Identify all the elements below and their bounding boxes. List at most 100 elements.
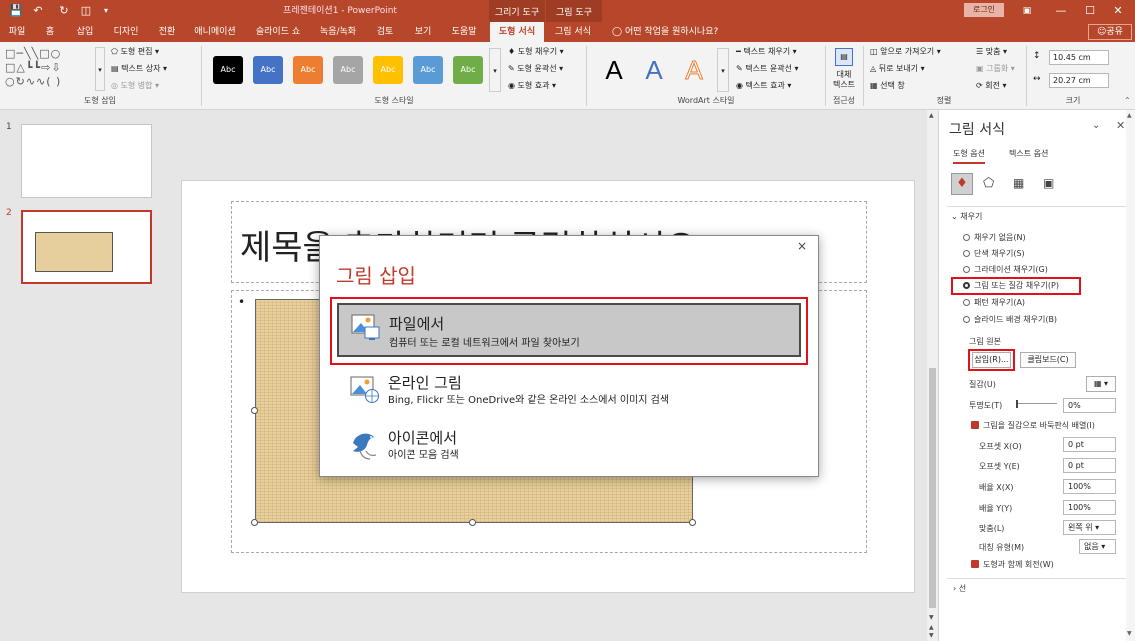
- tab-shape-options[interactable]: 도형 옵션: [953, 148, 985, 164]
- tab-record[interactable]: 녹음/녹화: [314, 22, 362, 42]
- scroll-up-icon[interactable]: ▲: [929, 112, 934, 119]
- shape-effects-button[interactable]: ◉ 도형 효과 ▾: [508, 79, 556, 93]
- text-effects-button[interactable]: ◉ 텍스트 효과 ▾: [736, 79, 791, 93]
- tab-home[interactable]: 홈: [38, 22, 62, 42]
- edit-shape-button[interactable]: ⬠ 도형 편집 ▾: [111, 45, 159, 59]
- resize-handle-bottom-right[interactable]: [689, 519, 696, 526]
- pane-options-chevron-icon[interactable]: ⌄: [1092, 120, 1100, 131]
- fill-option-pattern[interactable]: 패턴 채우기(A): [963, 296, 1025, 310]
- collapse-ribbon-icon[interactable]: ⌃: [1124, 96, 1131, 105]
- share-button[interactable]: ☺공유: [1088, 24, 1132, 40]
- shape-outline-button[interactable]: ✎ 도형 윤곽선 ▾: [508, 62, 563, 76]
- align-button[interactable]: ☰ 맞춤 ▾: [976, 45, 1007, 59]
- fill-line-icon[interactable]: ♦: [951, 173, 973, 195]
- shape-fill-button[interactable]: ♦ 도형 채우기 ▾: [508, 45, 564, 59]
- selection-pane-button[interactable]: ▦ 선택 창: [870, 79, 905, 93]
- tab-picture-format[interactable]: 그림 서식: [548, 22, 598, 42]
- scale-x-input[interactable]: 100%: [1063, 479, 1116, 494]
- shape-styles-more-button[interactable]: ▾: [489, 48, 501, 92]
- text-fill-button[interactable]: ━ 텍스트 채우기 ▾: [736, 45, 797, 59]
- canvas-scrollbar[interactable]: ▲ ▼ ▲ ▼: [927, 110, 938, 641]
- scale-y-input[interactable]: 100%: [1063, 500, 1116, 515]
- save-icon[interactable]: 💾: [8, 3, 24, 19]
- rotate-button[interactable]: ⟳ 회전 ▾: [976, 79, 1007, 93]
- tile-checkbox[interactable]: 그림을 질감으로 바둑판식 배열(I): [971, 419, 1095, 433]
- slide-thumbnail-1[interactable]: [21, 124, 152, 198]
- merge-shapes-button[interactable]: ◎ 도형 병합 ▾: [111, 79, 159, 93]
- fill-option-slide-background[interactable]: 슬라이드 배경 채우기(B): [963, 313, 1057, 327]
- tab-review[interactable]: 검토: [370, 22, 400, 42]
- dialog-close-icon[interactable]: ×: [797, 239, 807, 253]
- ribbon-display-options-icon[interactable]: ▣: [1010, 0, 1044, 22]
- text-outline-button[interactable]: ✎ 텍스트 윤곽선 ▾: [736, 62, 799, 76]
- clipboard-button[interactable]: 클립보드(C): [1020, 352, 1076, 368]
- picture-icon[interactable]: ▣: [1043, 176, 1054, 190]
- shape-height-input[interactable]: 10.45 cm: [1049, 50, 1109, 65]
- transparency-slider[interactable]: [1017, 403, 1057, 404]
- shapes-gallery[interactable]: □─╲╲□○ □△┗┗⇨⇩ ○↻∿∿( ): [5, 47, 91, 91]
- mirror-type-dropdown[interactable]: 없음 ▾: [1079, 539, 1116, 554]
- next-slide-icon[interactable]: ▼: [929, 632, 934, 639]
- texture-dropdown[interactable]: ▦ ▾: [1086, 376, 1116, 392]
- online-pictures-option[interactable]: 온라인 그림 Bing, Flickr 또는 OneDrive와 같은 온라인 …: [338, 367, 802, 421]
- tab-shape-format[interactable]: 도형 서식: [490, 22, 544, 42]
- offset-x-input[interactable]: 0 pt: [1063, 437, 1116, 452]
- wordart-style-blue[interactable]: A: [636, 52, 672, 88]
- present-from-start-icon[interactable]: ◫: [78, 3, 94, 19]
- from-icons-option[interactable]: 아이콘에서 아이콘 모음 검색: [338, 424, 802, 478]
- shape-width-input[interactable]: 20.27 cm: [1049, 73, 1109, 88]
- shape-style-light-blue[interactable]: Abc: [413, 56, 443, 84]
- tab-animations[interactable]: 애니메이션: [188, 22, 242, 42]
- tab-slide-show[interactable]: 슬라이드 쇼: [250, 22, 306, 42]
- scroll-up-icon[interactable]: ▲: [1127, 112, 1132, 119]
- text-box-button[interactable]: ▤ 텍스트 상자 ▾: [111, 62, 167, 76]
- size-properties-icon[interactable]: ▦: [1013, 176, 1024, 190]
- effects-pentagon-icon[interactable]: ⬠: [983, 176, 994, 191]
- rotate-with-shape-checkbox[interactable]: 도형과 함께 회전(W): [971, 558, 1054, 572]
- tab-design[interactable]: 디자인: [108, 22, 144, 42]
- scroll-down-icon[interactable]: ▼: [929, 614, 934, 621]
- fill-option-gradient[interactable]: 그라데이션 채우기(G): [963, 263, 1048, 277]
- scroll-down-icon[interactable]: ▼: [1127, 630, 1132, 637]
- shape-style-green[interactable]: Abc: [453, 56, 483, 84]
- wordart-style-orange-outline[interactable]: A: [676, 52, 712, 88]
- shape-style-black[interactable]: Abc: [213, 56, 243, 84]
- pane-close-icon[interactable]: ✕: [1116, 119, 1125, 132]
- tab-text-options[interactable]: 텍스트 옵션: [1009, 148, 1048, 159]
- previous-slide-icon[interactable]: ▲: [929, 624, 934, 631]
- shape-style-gold[interactable]: Abc: [373, 56, 403, 84]
- slide-thumbnail-2[interactable]: [21, 210, 152, 284]
- scrollbar-thumb[interactable]: [929, 368, 936, 608]
- resize-handle-left[interactable]: [251, 407, 258, 414]
- line-section-header[interactable]: › 선: [953, 582, 966, 596]
- tab-view[interactable]: 보기: [408, 22, 438, 42]
- wordart-more-button[interactable]: ▾: [717, 48, 729, 92]
- tell-me-box[interactable]: ◯ 어떤 작업을 원하시나요?: [612, 22, 732, 42]
- transparency-slider-thumb[interactable]: [1016, 400, 1018, 408]
- wordart-style-black[interactable]: A: [596, 52, 632, 88]
- shape-style-blue[interactable]: Abc: [253, 56, 283, 84]
- fill-option-none[interactable]: 채우기 없음(N): [963, 231, 1026, 245]
- shapes-more-button[interactable]: ▾: [95, 47, 105, 91]
- tab-transitions[interactable]: 전환: [152, 22, 182, 42]
- transparency-input[interactable]: 0%: [1063, 398, 1116, 413]
- from-file-option[interactable]: 파일에서 컴퓨터 또는 로컬 네트워크에서 파일 찾아보기: [337, 303, 801, 357]
- tab-help[interactable]: 도움말: [446, 22, 482, 42]
- group-button[interactable]: ▣ 그룹화 ▾: [976, 62, 1015, 76]
- pane-scrollbar[interactable]: ▲ ▼: [1126, 110, 1135, 641]
- shape-style-gray[interactable]: Abc: [333, 56, 363, 84]
- tab-file[interactable]: 파일: [2, 22, 32, 42]
- fill-option-picture-texture[interactable]: 그림 또는 질감 채우기(P): [963, 279, 1059, 293]
- alignment-dropdown[interactable]: 왼쪽 위 ▾: [1063, 520, 1116, 535]
- fill-option-solid[interactable]: 단색 채우기(S): [963, 247, 1025, 261]
- offset-y-input[interactable]: 0 pt: [1063, 458, 1116, 473]
- resize-handle-bottom-left[interactable]: [251, 519, 258, 526]
- tab-insert[interactable]: 삽입: [70, 22, 100, 42]
- bring-forward-button[interactable]: ◫ 앞으로 가져오기 ▾: [870, 45, 941, 59]
- alt-text-button[interactable]: ▤ 대체 텍스트: [828, 46, 860, 96]
- fill-section-header[interactable]: ⌄ 채우기: [951, 210, 982, 224]
- customize-qat-icon[interactable]: ▾: [98, 3, 114, 19]
- login-button[interactable]: 로그인: [964, 3, 1004, 17]
- resize-handle-bottom[interactable]: [469, 519, 476, 526]
- shape-style-orange[interactable]: Abc: [293, 56, 323, 84]
